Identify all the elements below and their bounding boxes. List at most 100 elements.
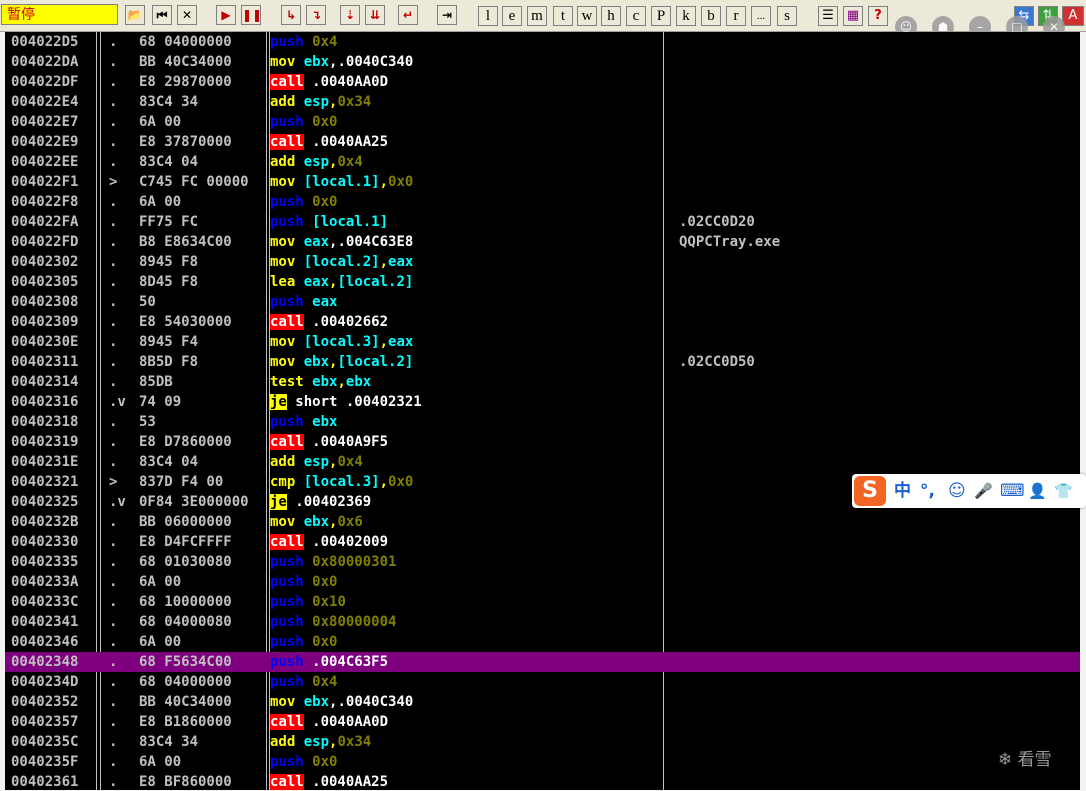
disasm-row[interactable]: 004022FA. FF75 FC push [local.1] .02CC0D20 [5,212,1080,232]
toolbar-letter-button[interactable]: k [676,6,696,26]
hex-bytes: BB 06000000 [139,514,232,530]
operand [304,294,312,310]
hex-bytes: 6A 00 [139,114,182,130]
open-icon[interactable]: 📂 [125,5,145,25]
address: 0040233A [11,574,79,590]
instruction: push 0x80000301 [270,552,662,572]
run-icon[interactable]: ▶ [216,5,236,25]
jump-marker: . [109,674,118,690]
address: 00402357 [11,714,79,730]
instruction: call .0040A9F5 [270,432,662,452]
disasm-row[interactable]: 00402330. E8 D4FCFFFF call .00402009 [5,532,1080,552]
disasm-row[interactable]: 00402318. 53 push ebx [5,412,1080,432]
disasm-row[interactable]: 0040235F. 6A 00 push 0x0 [5,752,1080,772]
mnemonic: push [270,594,304,610]
user-icon[interactable]: 👤 [1028,480,1047,502]
step-over-icon[interactable]: ↴ [306,5,326,25]
disasm-row[interactable]: 0040233A. 6A 00 push 0x0 [5,572,1080,592]
ime-chinese-mode[interactable]: 中 [894,480,911,502]
keyboard-icon[interactable]: ⌨ [1000,480,1025,502]
close-program-icon[interactable]: ✕ [177,5,197,25]
operand [295,474,303,490]
address: 004022E4 [11,94,79,110]
ime-toolbar[interactable]: S 中 °, ☺ 🎤 ⌨ 👤 👕 [852,474,1086,508]
disasm-row[interactable]: 00402361. E8 BF860000 call .0040AA25 [5,772,1080,790]
jump-marker: . [109,354,118,370]
emoji-icon[interactable]: ☺ [948,480,966,502]
disasm-row[interactable]: 00402302. 8945 F8 mov [local.2],eax [5,252,1080,272]
step-into-icon[interactable]: ↳ [281,5,301,25]
microphone-icon[interactable]: 🎤 [974,480,993,502]
jump-marker: . [109,374,118,390]
disasm-row[interactable]: 00402305. 8D45 F8 lea eax,[local.2] [5,272,1080,292]
toolbar-letter-button[interactable]: c [626,6,646,26]
plugin-icon-3[interactable]: A [1062,6,1084,26]
toolbar-letter-button[interactable]: s [777,6,797,26]
operand: , [337,374,346,390]
disasm-row[interactable]: 00402335. 68 01030080 push 0x80000301 [5,552,1080,572]
jump-marker: . [109,114,118,130]
toolbar-letter-button[interactable]: r [726,6,746,26]
mnemonic: push [270,654,304,670]
toolbar-letter-button[interactable]: l [478,6,498,26]
disasm-row[interactable]: 00402308. 50 push eax [5,292,1080,312]
trace-into-icon[interactable]: ⇣ [340,5,360,25]
mnemonic: push [270,634,304,650]
disasm-row[interactable]: 004022E4. 83C4 34 add esp,0x34 [5,92,1080,112]
address: 00402330 [11,534,79,550]
operand [295,234,303,250]
disasm-row[interactable]: 00402341. 68 04000080 push 0x80000004 [5,612,1080,632]
skin-icon[interactable]: 👕 [1054,480,1073,502]
selected-row[interactable]: 00402348. 68 F5634C00 push .004C63F5 [5,652,1080,672]
pause-icon[interactable]: ❚❚ [241,5,262,25]
sogou-logo-icon[interactable]: S [854,476,886,506]
instruction: push .004C63F5 [270,652,662,672]
disasm-row[interactable]: 004022F8. 6A 00 push 0x0 [5,192,1080,212]
toolbar-letter-button[interactable]: b [701,6,721,26]
disasm-row[interactable]: 00402357. E8 B1860000 call .0040AA0D [5,712,1080,732]
grid-icon[interactable]: ▦ [843,6,863,26]
disasm-row[interactable]: 0040235C. 83C4 34 add esp,0x34 [5,732,1080,752]
disasm-row[interactable]: 004022DF. E8 29870000 call .0040AA0D [5,72,1080,92]
trace-over-icon[interactable]: ⇊ [365,5,385,25]
toolbar-letter-button[interactable]: h [601,6,621,26]
disassembly-pane[interactable]: 004022D5. 68 04000000 push 0x4 004022DA. BB … [5,32,1080,790]
toolbar-letter-button[interactable]: e [502,6,522,26]
disasm-row[interactable]: 004022DA. BB 40C34000 mov ebx,.0040C340 [5,52,1080,72]
mnemonic: mov [270,334,296,350]
disasm-row[interactable]: 0040231E. 83C4 04 add esp,0x4 [5,452,1080,472]
disasm-row[interactable]: 0040230E. 8945 F4 mov [local.3],eax [5,332,1080,352]
restart-icon[interactable]: ⏮ [152,5,172,25]
disasm-row[interactable]: 0040234D. 68 04000000 push 0x4 [5,672,1080,692]
disasm-row[interactable]: 00402309. E8 54030000 call .00402662 [5,312,1080,332]
toolbar-letter-button[interactable]: m [527,6,547,26]
execute-till-return-icon[interactable]: ↵ [398,5,418,25]
toolbar-letter-button[interactable]: t [553,6,573,26]
instruction: mov [local.3],eax [270,332,662,352]
disasm-row[interactable]: 00402311. 8B5D F8 mov ebx,[local.2] .02CC0D… [5,352,1080,372]
toolbar-letter-button[interactable]: w [577,6,597,26]
disasm-row[interactable]: 004022E7. 6A 00 push 0x0 [5,112,1080,132]
disasm-row[interactable]: 004022D5. 68 04000000 push 0x4 [5,32,1080,52]
disasm-row[interactable]: 004022EE. 83C4 04 add esp,0x4 [5,152,1080,172]
disasm-row[interactable]: 004022FD. B8 E8634C00 mov eax,.004C63E8 QQP… [5,232,1080,252]
disasm-row[interactable]: 00402352. BB 40C34000 mov ebx,.0040C340 [5,692,1080,712]
disasm-row[interactable]: 00402319. E8 D7860000 call .0040A9F5 [5,432,1080,452]
goto-address-icon[interactable]: ⇥ [437,5,457,25]
ime-punctuation-mode[interactable]: °, [920,480,935,502]
help-icon[interactable]: ? [868,6,888,26]
disasm-row[interactable]: 0040233C. 68 10000000 push 0x10 [5,592,1080,612]
disasm-row[interactable]: 00402346. 6A 00 push 0x0 [5,632,1080,652]
list-icon[interactable]: ☰ [818,6,838,26]
instruction: call .0040AA0D [270,72,662,92]
disasm-row[interactable]: 00402314. 85DB test ebx,ebx [5,372,1080,392]
disasm-row[interactable]: 004022E9. E8 37870000 call .0040AA25 [5,132,1080,152]
disasm-row[interactable]: 0040232B. BB 06000000 mov ebx,0x6 [5,512,1080,532]
disasm-row[interactable]: 00402316 .v 74 09 je short .00402321 [5,392,1080,412]
disasm-row[interactable]: 004022F1 > C745 FC 00000 mov [local.1],0x0 [5,172,1080,192]
operand [304,594,312,610]
toolbar-letter-button[interactable]: P [651,6,671,26]
hex-bytes: E8 D7860000 [139,434,232,450]
toolbar-letter-button[interactable]: ... [751,6,771,26]
address: 004022DA [11,54,79,70]
